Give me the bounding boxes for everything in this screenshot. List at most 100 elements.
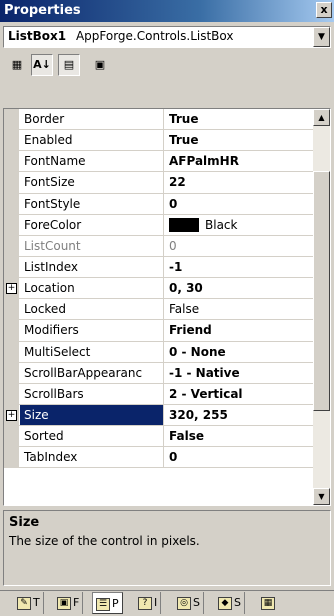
property-name[interactable]: ForeColor [20,214,164,235]
property-name[interactable]: TabIndex [20,447,164,468]
row-gutter [4,193,19,214]
row-gutter: + [4,278,19,299]
property-grid: Border True Enabled True FontName AFPalmHR Fon… [3,108,331,506]
property-row[interactable]: FontSize 22 [4,172,314,194]
property-name[interactable]: FontSize [20,172,164,193]
property-row[interactable]: ScrollBarAppearanc -1 - Native [4,362,314,384]
property-name[interactable]: ScrollBars [20,383,164,404]
property-name[interactable]: FontStyle [20,193,164,214]
property-value[interactable]: -1 [165,257,314,277]
expand-icon[interactable]: + [6,283,17,295]
property-value[interactable]: False [165,426,314,446]
property-name[interactable]: Sorted [20,426,164,447]
property-value[interactable]: Friend [165,320,314,340]
property-row[interactable]: + Size 320, 255 [4,404,314,427]
window-title: Properties [4,3,81,18]
property-row[interactable]: Border True [4,109,314,131]
expand-icon[interactable]: + [6,409,17,421]
property-row[interactable]: ListCount 0 [4,235,314,257]
property-row[interactable]: ListIndex -1 [4,256,314,279]
property-row[interactable]: ForeColor Black [4,214,314,236]
property-row[interactable]: TabIndex 0 [4,447,314,469]
tab-index[interactable]: ? I [135,592,162,614]
property-value[interactable]: AFPalmHR [165,151,314,171]
class-view-icon: ▦ [261,596,275,610]
bottom-tabs: ✎ T ▣ F ☰ P ? I ◎ S ◆ S ▦ [0,590,334,616]
color-name: Black [205,217,238,232]
row-gutter [4,426,19,447]
tab-search[interactable]: ◎ S [174,592,204,614]
property-value[interactable]: 22 [165,172,314,192]
title-bar: Properties x [0,0,334,22]
row-gutter [4,235,19,256]
property-value[interactable]: -1 - Native [165,363,314,383]
tab-properties[interactable]: ☰ P [92,592,123,614]
tab-toolbox[interactable]: ✎ T [14,592,44,614]
property-name[interactable]: ScrollBarAppearanc [20,362,164,383]
solution-icon: ◆ [218,596,232,610]
categorized-icon[interactable]: ▦ [6,54,28,76]
close-icon[interactable]: x [316,2,332,18]
property-row[interactable]: + Location 0, 30 [4,278,314,300]
property-value[interactable]: 2 - Vertical [165,384,314,404]
properties-icon[interactable]: ▤ [58,54,80,76]
row-gutter [4,109,19,130]
color-swatch [169,218,199,233]
object-selector[interactable]: ListBox1 AppForge.Controls.ListBox ▼ [3,26,331,48]
scroll-up-icon[interactable]: ▲ [313,109,330,126]
property-name[interactable]: FontName [20,151,164,172]
property-value[interactable]: 0 [165,236,314,256]
row-gutter [4,151,19,172]
properties-toolbar: ▦ A↓ ▤ ▣ [3,52,331,78]
property-row[interactable]: Enabled True [4,130,314,152]
property-name[interactable]: ListIndex [20,256,164,278]
row-gutter [4,362,19,383]
object-name: ListBox1 [8,29,67,43]
property-row[interactable]: FontName AFPalmHR [4,151,314,173]
property-name[interactable]: Locked [20,299,164,320]
tab-solution[interactable]: ◆ S [215,592,245,614]
property-name[interactable]: Enabled [20,130,164,151]
property-value[interactable]: True [165,109,314,129]
scroll-down-icon[interactable]: ▼ [313,488,330,505]
property-value[interactable]: 0 [165,447,314,467]
tab-extra[interactable]: ▦ [258,592,280,614]
vertical-scrollbar[interactable]: ▲ ▼ [313,109,330,505]
property-value[interactable]: 0 [165,194,314,214]
object-type: AppForge.Controls.ListBox [75,29,234,43]
property-pages-icon[interactable]: ▣ [89,54,111,76]
alphabetical-icon[interactable]: A↓ [31,54,53,76]
scrollbar-thumb[interactable] [313,171,330,411]
row-gutter: + [4,404,19,426]
description-pane: Size The size of the control in pixels. [3,510,331,586]
help-icon: ? [138,596,152,610]
toolbox-icon: ✎ [17,596,31,610]
tab-forms[interactable]: ▣ F [54,592,84,614]
property-name[interactable]: Size [20,404,164,426]
property-name[interactable]: Border [20,109,164,130]
description-text: The size of the control in pixels. [9,534,200,548]
properties-tab-icon: ☰ [96,597,110,611]
property-name[interactable]: Location [20,278,164,299]
property-row[interactable]: MultiSelect 0 - None [4,341,314,363]
property-row[interactable]: Sorted False [4,426,314,448]
property-name[interactable]: ListCount [20,235,164,256]
property-name[interactable]: MultiSelect [20,341,164,362]
property-name[interactable]: Modifiers [20,320,164,341]
property-row[interactable]: ScrollBars 2 - Vertical [4,383,314,405]
property-row[interactable]: FontStyle 0 [4,193,314,215]
row-gutter [4,299,19,320]
property-value[interactable]: Black [165,215,314,235]
row-gutter [4,447,19,468]
property-row[interactable]: Modifiers Friend [4,320,314,342]
chevron-down-icon[interactable]: ▼ [313,27,330,47]
property-value[interactable]: 320, 255 [165,405,314,425]
property-value[interactable]: False [165,299,314,319]
property-row[interactable]: Locked False [4,299,314,321]
property-value[interactable]: 0, 30 [165,278,314,298]
search-icon: ◎ [177,596,191,610]
property-value[interactable]: True [165,130,314,150]
property-value[interactable]: 0 - None [165,342,314,362]
forms-icon: ▣ [57,596,71,610]
row-gutter [4,214,19,235]
